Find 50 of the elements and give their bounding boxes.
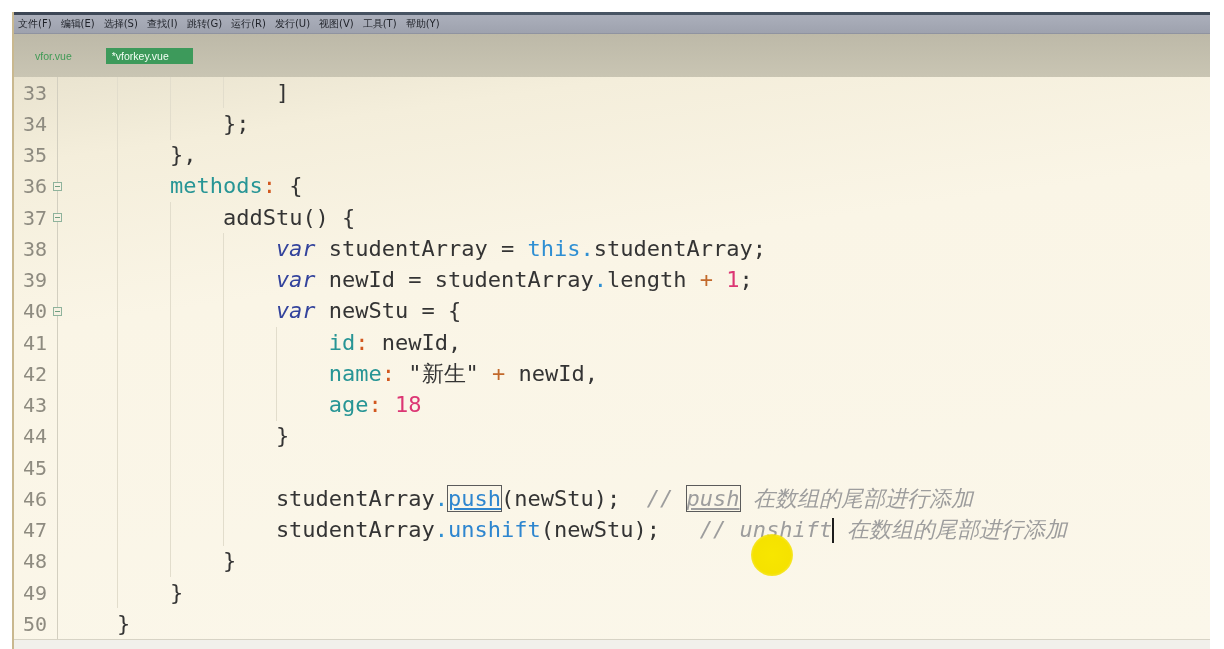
menu-item[interactable]: 选择(S) — [103, 18, 138, 30]
line-number: 39 — [21, 268, 47, 293]
line-number: 43 — [21, 393, 47, 418]
fold-minus-icon[interactable] — [53, 213, 62, 223]
line-number: 33 — [21, 80, 47, 105]
menu-item[interactable]: 视图(V) — [319, 18, 354, 30]
line-number: 45 — [21, 455, 47, 480]
code-text: studentArray.unshift(newStu); // unshift — [275, 517, 833, 544]
fold-minus-icon[interactable] — [53, 181, 62, 191]
code-line: methods: { — [169, 173, 303, 200]
line-number: 35 — [21, 143, 47, 168]
code-line: addStu() { — [222, 204, 356, 231]
menu-item[interactable]: 查找(I) — [146, 18, 178, 30]
line-number: 40 — [21, 299, 47, 324]
file-tab[interactable]: *vforkey.vue — [105, 47, 193, 64]
code-line: var newStu = { — [275, 298, 462, 325]
line-number: 49 — [21, 580, 47, 605]
line-number: 34 — [21, 111, 47, 136]
line-number: 42 — [21, 361, 47, 386]
code-line: }; — [222, 110, 250, 137]
line-number: 37 — [21, 205, 47, 230]
line-number: 44 — [21, 424, 47, 449]
fold-minus-icon[interactable] — [53, 306, 62, 316]
menu-item[interactable]: 工具(T) — [362, 18, 397, 30]
menu-item[interactable]: 发行(U) — [274, 18, 311, 30]
code-line: ] — [275, 79, 290, 106]
line-number: 46 — [21, 486, 47, 511]
line-number: 38 — [21, 236, 47, 261]
menu-item[interactable]: 帮助(Y) — [405, 18, 440, 30]
line-number: 41 — [21, 330, 47, 355]
code-line: name: "新生" + newId, — [328, 360, 599, 387]
code-line: studentArray.push(newStu); // push 在数组的尾部进行添加 — [275, 485, 973, 512]
code-line: var newId = studentArray.length + 1; — [275, 267, 753, 294]
line-number: 36 — [21, 174, 47, 199]
line-number: 47 — [21, 518, 47, 543]
code-line: } — [169, 579, 184, 606]
menu-item[interactable]: 文件(F) — [18, 18, 52, 30]
code-line: age: 18 — [328, 392, 422, 419]
line-number: 50 — [21, 611, 47, 636]
menu-item[interactable]: 跳转(G) — [186, 18, 223, 30]
code-line: } — [222, 548, 237, 575]
code-text: 在数组的尾部进行添加 — [846, 517, 1068, 544]
code-line: } — [275, 423, 290, 450]
code-line: id: newId, — [328, 329, 462, 356]
menu-item[interactable]: 运行(R) — [231, 18, 266, 30]
code-line: }, — [169, 142, 197, 169]
line-number: 48 — [21, 549, 47, 574]
code-line: var studentArray = this.studentArray; — [275, 235, 766, 262]
menu-item[interactable]: 编辑(E) — [60, 18, 95, 30]
code-line: } — [116, 610, 131, 637]
